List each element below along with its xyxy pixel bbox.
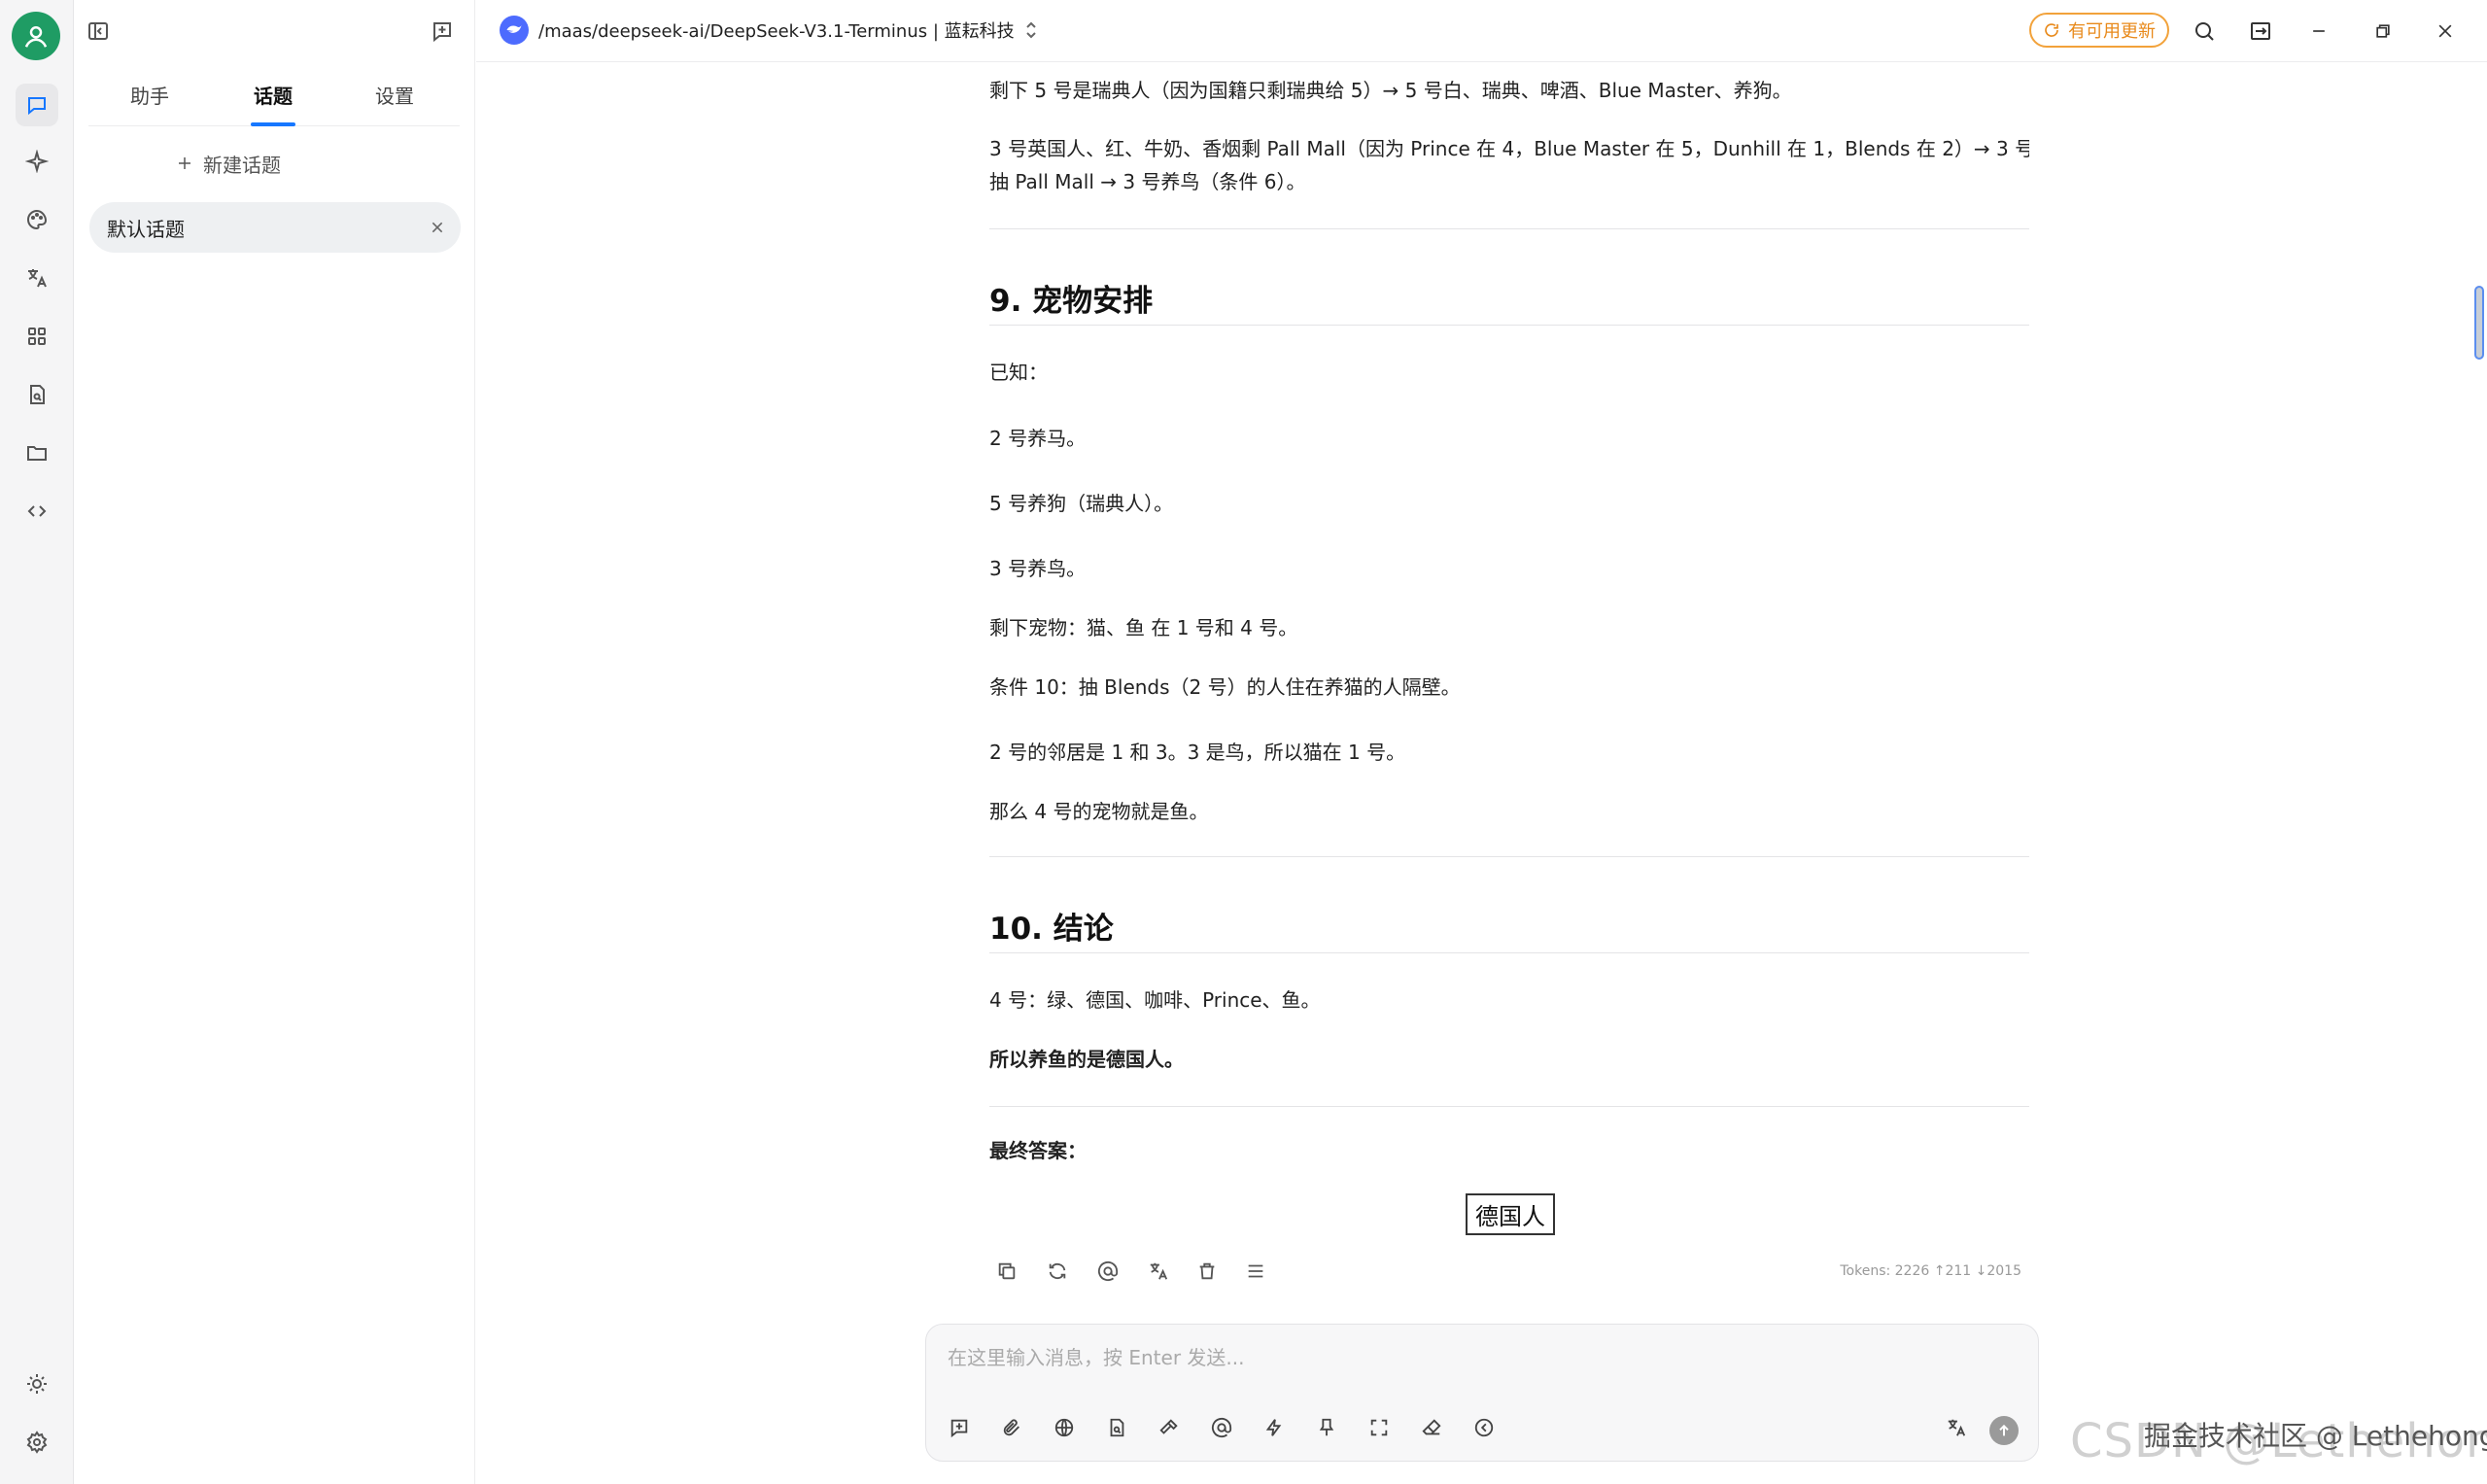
translate-input-icon[interactable] [1939, 1410, 1974, 1445]
tab-settings[interactable]: 设置 [351, 62, 438, 126]
translate-icon[interactable] [19, 260, 54, 295]
update-available-button[interactable]: 有可用更新 [2029, 13, 2169, 48]
mcp-tools-hammer-icon[interactable] [1152, 1410, 1187, 1445]
divider [989, 228, 2029, 229]
regenerate-icon[interactable] [1040, 1254, 1075, 1289]
message-line: 剩下宠物：猫、鱼 在 1 号和 4 号。 [989, 616, 1298, 639]
message-line: 剩下 5 号是瑞典人（因为国籍只剩瑞典给 5）→ 5 号白、瑞典、啤酒、Blue… [989, 79, 1792, 102]
panel-tabs: 助手 话题 设置 [88, 62, 460, 126]
message-line: 3 号英国人、红、牛奶、香烟剩 Pall Mall（因为 Prince 在 4，… [989, 137, 2029, 160]
icon-rail [0, 0, 74, 1484]
message-line: 2 号的邻居是 1 和 3。3 是鸟，所以猫在 1 号。 [989, 741, 1406, 764]
final-answer-label: 最终答案： [989, 1139, 1087, 1162]
message-line: 4 号：绿、德国、咖啡、Prince、鱼。 [989, 988, 1321, 1012]
heading-underline [989, 952, 2029, 953]
heading-underline [989, 325, 2029, 326]
copy-icon[interactable] [989, 1254, 1024, 1289]
mention-model-icon[interactable] [1204, 1410, 1239, 1445]
delete-icon[interactable] [1190, 1254, 1225, 1289]
conclusion-bold: 所以养鱼的是德国人。 [989, 1048, 1184, 1071]
fullscreen-icon[interactable] [1362, 1410, 1397, 1445]
more-menu-icon[interactable] [1238, 1254, 1273, 1289]
quick-phrase-lightning-icon[interactable] [1257, 1410, 1292, 1445]
message-line: 2 号养马。 [989, 427, 1087, 450]
update-label: 有可用更新 [2068, 21, 2156, 42]
message-input[interactable] [948, 1342, 1997, 1391]
message-line: 已知： [989, 361, 1048, 384]
mention-icon[interactable] [1090, 1254, 1125, 1289]
toggle-sidebar-icon[interactable] [81, 14, 116, 49]
message-input-box [925, 1324, 2039, 1462]
sparkle-icon[interactable] [19, 144, 54, 179]
eraser-clear-icon[interactable] [1414, 1410, 1449, 1445]
web-search-globe-icon[interactable] [1047, 1410, 1082, 1445]
document-search-icon[interactable] [19, 377, 54, 412]
refresh-icon [2043, 21, 2060, 39]
chat-header: /maas/deepseek-ai/DeepSeek-V3.1-Terminus… [476, 0, 2487, 62]
send-button[interactable] [1989, 1416, 2019, 1445]
topic-label: 默认话题 [107, 217, 185, 241]
scrollbar-thumb[interactable] [2474, 286, 2484, 360]
new-topic-icon[interactable] [942, 1410, 977, 1445]
message-line: 条件 10：抽 Blends（2 号）的人住在养猫的人隔壁。 [989, 675, 1461, 699]
apps-grid-icon[interactable] [19, 319, 54, 354]
new-chat-icon[interactable] [425, 14, 460, 49]
expand-layout-icon[interactable] [2243, 14, 2278, 49]
close-window-icon[interactable] [2428, 14, 2463, 49]
minimize-icon[interactable] [2301, 14, 2336, 49]
knowledge-base-icon[interactable] [1099, 1410, 1134, 1445]
collapse-arrow-icon[interactable] [1467, 1410, 1502, 1445]
settings-gear-icon[interactable] [19, 1425, 54, 1460]
plus-icon [176, 155, 193, 172]
search-icon[interactable] [2187, 14, 2222, 49]
message-line: 抽 Pall Mall → 3 号养鸟（条件 6）。 [989, 170, 1306, 193]
close-icon[interactable] [430, 220, 445, 235]
folder-icon[interactable] [19, 435, 54, 470]
juejin-watermark: 掘金技术社区 @ Lethehong [2144, 1420, 2487, 1452]
palette-icon[interactable] [19, 202, 54, 237]
attachment-icon[interactable] [994, 1410, 1029, 1445]
token-count: Tokens: 2226 ↑211 ↓2015 [1840, 1263, 2021, 1279]
boxed-answer: 德国人 [1466, 1193, 1555, 1235]
new-topic-button[interactable]: 新建话题 [176, 148, 281, 179]
section-heading-9: 9. 宠物安排 [989, 284, 1154, 319]
message-line: 5 号养狗（瑞典人）。 [989, 492, 1174, 515]
code-icon[interactable] [19, 494, 54, 529]
divider [989, 1106, 2029, 1107]
message-actions: Tokens: 2226 ↑211 ↓2015 [989, 1254, 2029, 1289]
message-line: 那么 4 号的宠物就是鱼。 [989, 800, 1209, 823]
restore-icon[interactable] [2366, 14, 2401, 49]
message-content: 剩下 5 号是瑞典人（因为国籍只剩瑞典给 5）→ 5 号白、瑞典、啤酒、Blue… [989, 62, 2029, 1326]
message-line: 3 号养鸟。 [989, 557, 1087, 580]
translate-icon[interactable] [1141, 1254, 1176, 1289]
divider [989, 856, 2029, 857]
deepseek-logo-icon [500, 16, 529, 45]
tab-topics[interactable]: 话题 [229, 62, 317, 126]
new-topic-label: 新建话题 [203, 153, 281, 177]
active-tab-indicator [251, 122, 295, 126]
user-avatar[interactable] [12, 12, 60, 60]
model-selector[interactable]: /maas/deepseek-ai/DeepSeek-V3.1-Terminus… [500, 16, 1038, 45]
pin-icon[interactable] [1309, 1410, 1344, 1445]
chevron-updown-icon [1024, 21, 1038, 39]
tab-assistant[interactable]: 助手 [106, 62, 193, 126]
theme-sun-icon[interactable] [19, 1366, 54, 1401]
topic-item-default[interactable]: 默认话题 [89, 202, 461, 253]
chat-icon[interactable] [16, 84, 58, 126]
model-title: /maas/deepseek-ai/DeepSeek-V3.1-Terminus… [538, 21, 1015, 42]
section-heading-10: 10. 结论 [989, 912, 1114, 947]
